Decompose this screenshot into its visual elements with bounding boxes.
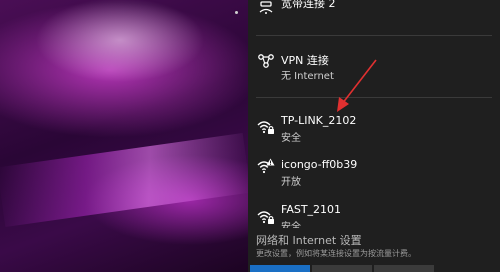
wifi-secured-icon xyxy=(257,211,274,224)
wifi-secured-icon xyxy=(257,121,274,134)
network-settings-description: 更改设置，例如将某连接设置为按流量计费。 xyxy=(256,249,416,258)
quick-action-mobile-hotspot[interactable] xyxy=(374,265,434,272)
wallpaper-streak xyxy=(0,133,251,227)
network-status: 无 Internet xyxy=(281,71,334,82)
network-flyout: 宽带连接 2 VPN 连接 无 Internet TP-LINK_2102 安全… xyxy=(248,0,500,272)
dialup-icon xyxy=(259,1,273,14)
network-status: 开放 xyxy=(281,177,301,188)
quick-action-airplane[interactable] xyxy=(312,265,372,272)
network-name: 宽带连接 2 xyxy=(281,0,336,10)
network-item-vpn[interactable]: VPN 连接 无 Internet xyxy=(248,48,500,92)
network-name: icongo-ff0b39 xyxy=(281,158,358,171)
vpn-icon xyxy=(258,54,274,68)
network-name: TP-LINK_2102 xyxy=(281,114,357,127)
network-item-tp-link[interactable]: TP-LINK_2102 安全 xyxy=(248,110,500,154)
network-name: FAST_2101 xyxy=(281,203,342,216)
divider xyxy=(256,97,492,98)
network-status: 安全 xyxy=(281,133,301,144)
network-item-icongo[interactable]: icongo-ff0b39 开放 xyxy=(248,156,500,200)
wallpaper-dot xyxy=(235,11,238,14)
desktop: 宽带连接 2 VPN 连接 无 Internet TP-LINK_2102 安全… xyxy=(0,0,500,272)
wifi-open-icon xyxy=(257,158,275,174)
desktop-wallpaper xyxy=(0,0,251,272)
quick-action-wifi[interactable] xyxy=(250,265,310,272)
network-item-dialup[interactable]: 宽带连接 2 xyxy=(248,0,500,28)
network-settings-link[interactable]: 网络和 Internet 设置 xyxy=(256,232,362,248)
divider xyxy=(256,35,492,36)
network-name: VPN 连接 xyxy=(281,54,329,67)
